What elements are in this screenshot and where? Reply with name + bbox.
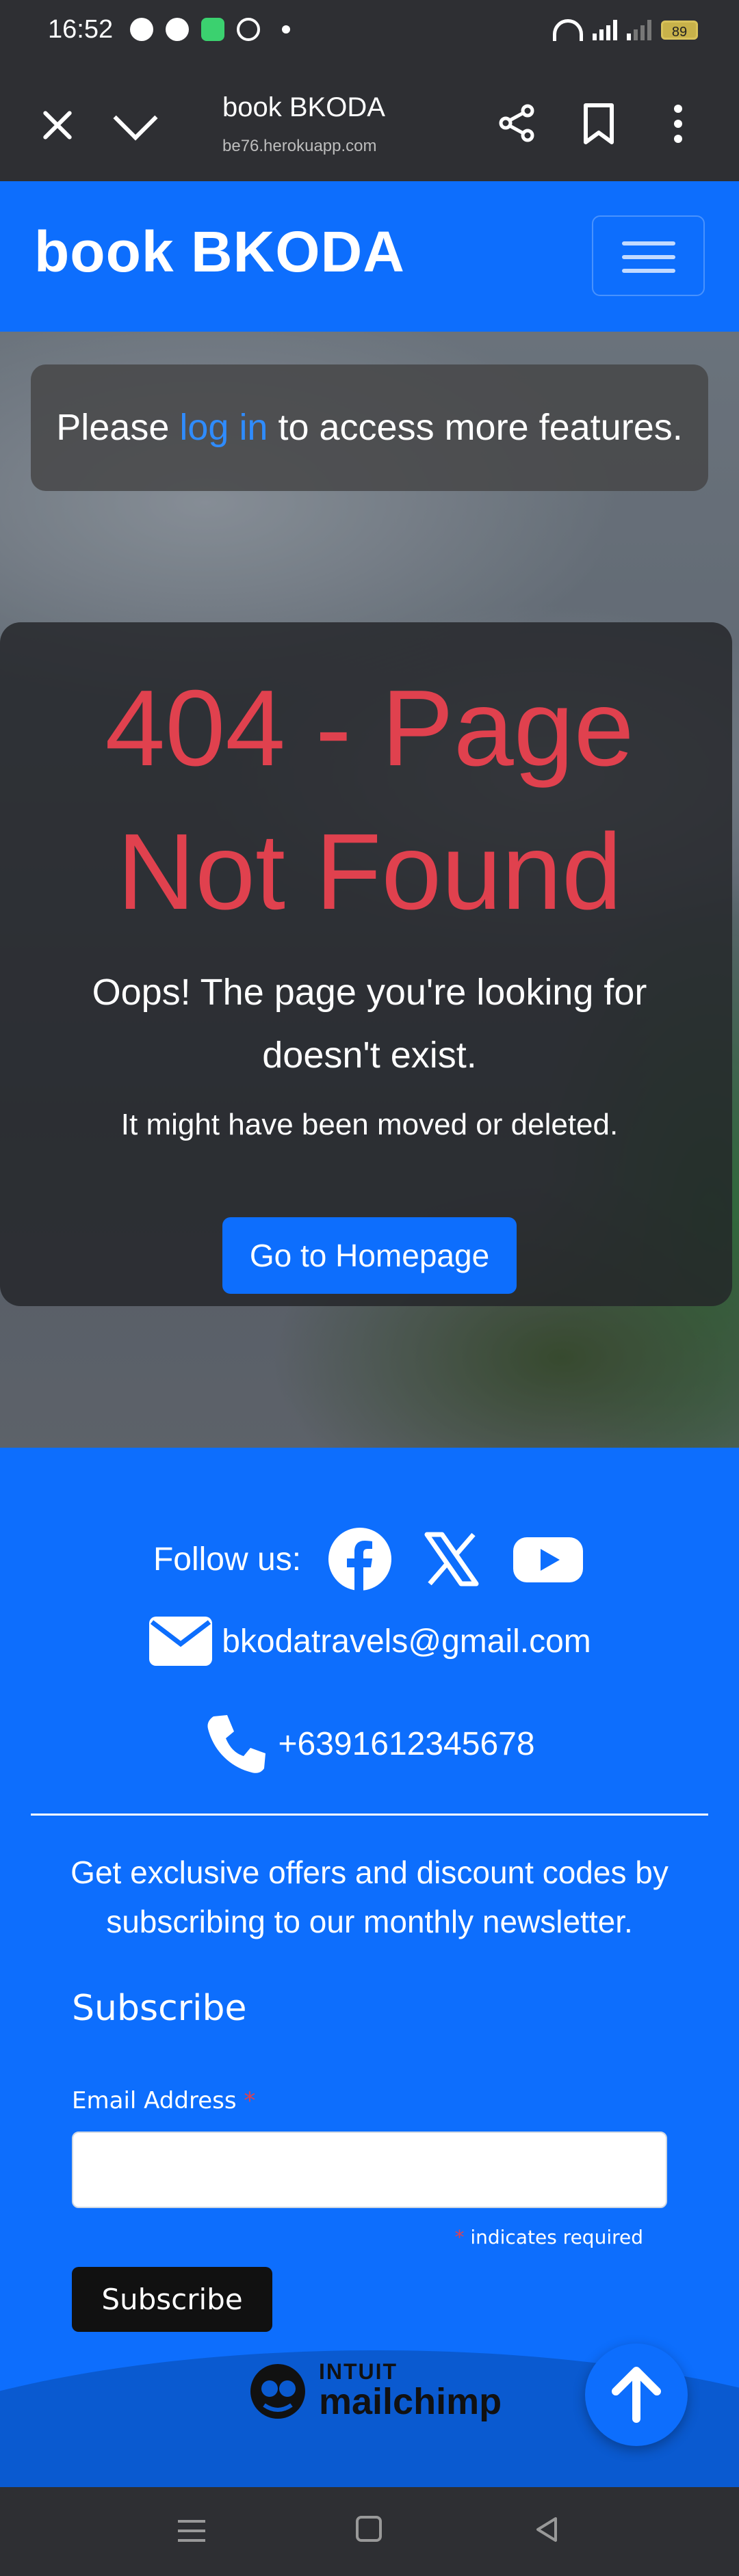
hamburger-icon[interactable] xyxy=(592,215,705,296)
brand-logo[interactable]: book BKODA xyxy=(34,219,405,285)
mailchimp-intuit: INTUIT xyxy=(319,2359,398,2384)
email-row: bkodatravels@gmail.com xyxy=(0,1615,739,1667)
status-time: 16:52 xyxy=(48,15,114,44)
error-message: Oops! The page you're looking for doesn'… xyxy=(92,972,647,1076)
signal-icon xyxy=(627,20,651,40)
error-card: 404 - Page Not Found Oops! The page you'… xyxy=(0,622,732,1306)
mailchimp-name: mailchimp xyxy=(319,2381,502,2422)
facebook-icon[interactable] xyxy=(327,1526,393,1592)
required-note: * indicates required xyxy=(454,2226,643,2248)
mailchimp-wordmark: INTUIT mailchimp xyxy=(319,2360,502,2420)
more-icon[interactable] xyxy=(674,105,684,150)
site-navbar: book BKODA xyxy=(0,181,739,332)
mailchimp-logo[interactable]: INTUIT mailchimp xyxy=(245,2357,502,2423)
site-footer: Follow us: bkodatravels@gmail.com +63916… xyxy=(0,1448,739,2487)
follow-row: Follow us: xyxy=(0,1526,739,1592)
subscribe-heading: Subscribe xyxy=(72,1988,247,2029)
chevron-down-icon[interactable] xyxy=(113,96,158,141)
notification-icons xyxy=(130,18,290,41)
message-icon xyxy=(201,18,224,41)
login-link[interactable]: log in xyxy=(179,407,268,448)
email-label: Email Address * xyxy=(72,2087,255,2114)
email-input[interactable] xyxy=(72,2132,667,2208)
wifi-icon xyxy=(553,19,583,41)
system-nav-bar xyxy=(0,2487,739,2576)
back-to-top-button[interactable] xyxy=(585,2343,688,2446)
subscribe-button[interactable]: Subscribe xyxy=(72,2267,272,2332)
footer-divider xyxy=(31,1814,708,1816)
required-star: * xyxy=(244,2087,256,2114)
phone-icon xyxy=(204,1711,270,1777)
browser-toolbar: book BKODA be76.herokuapp.com xyxy=(0,65,739,181)
envelope-icon xyxy=(148,1615,213,1667)
email-link[interactable]: bkodatravels@gmail.com xyxy=(222,1623,591,1660)
x-icon[interactable] xyxy=(419,1526,484,1592)
error-title: 404 - Page Not Found xyxy=(105,668,634,932)
status-bar: 16:52 89 xyxy=(0,0,739,65)
bookmark-icon[interactable] xyxy=(582,103,616,145)
home-icon[interactable] xyxy=(356,2516,382,2542)
required-star: * xyxy=(454,2226,465,2248)
facebook-icon xyxy=(130,18,153,41)
alert-prefix: Please xyxy=(56,407,180,448)
system-icons: 89 xyxy=(553,19,698,41)
arrow-up-icon xyxy=(612,2367,661,2423)
messenger-icon xyxy=(166,18,189,41)
page-url: be76.herokuapp.com xyxy=(222,137,377,155)
youtube-icon[interactable] xyxy=(510,1526,586,1592)
share-icon[interactable] xyxy=(496,103,537,144)
alert-suffix: to access more features. xyxy=(268,407,683,448)
google-icon xyxy=(237,18,260,41)
recent-apps-icon[interactable] xyxy=(178,2520,205,2549)
error-subtext: It might have been moved or deleted. xyxy=(120,1108,619,1141)
back-icon[interactable] xyxy=(534,2516,561,2543)
phone-row: +6391612345678 xyxy=(0,1711,739,1777)
follow-label: Follow us: xyxy=(153,1541,302,1578)
close-icon[interactable] xyxy=(38,106,76,144)
email-label-text: Email Address xyxy=(72,2087,244,2114)
signal-icon xyxy=(593,20,617,40)
phone-number[interactable]: +6391612345678 xyxy=(278,1725,534,1763)
login-alert: Please log in to access more features. xyxy=(31,364,708,491)
mailchimp-icon xyxy=(245,2357,311,2423)
dot-icon xyxy=(282,25,290,34)
battery-icon: 89 xyxy=(661,21,698,40)
newsletter-text: Get exclusive offers and discount codes … xyxy=(70,1855,669,1939)
required-note-text: indicates required xyxy=(464,2226,643,2248)
page-title: book BKODA xyxy=(222,92,385,122)
go-home-button[interactable]: Go to Homepage xyxy=(222,1217,517,1294)
